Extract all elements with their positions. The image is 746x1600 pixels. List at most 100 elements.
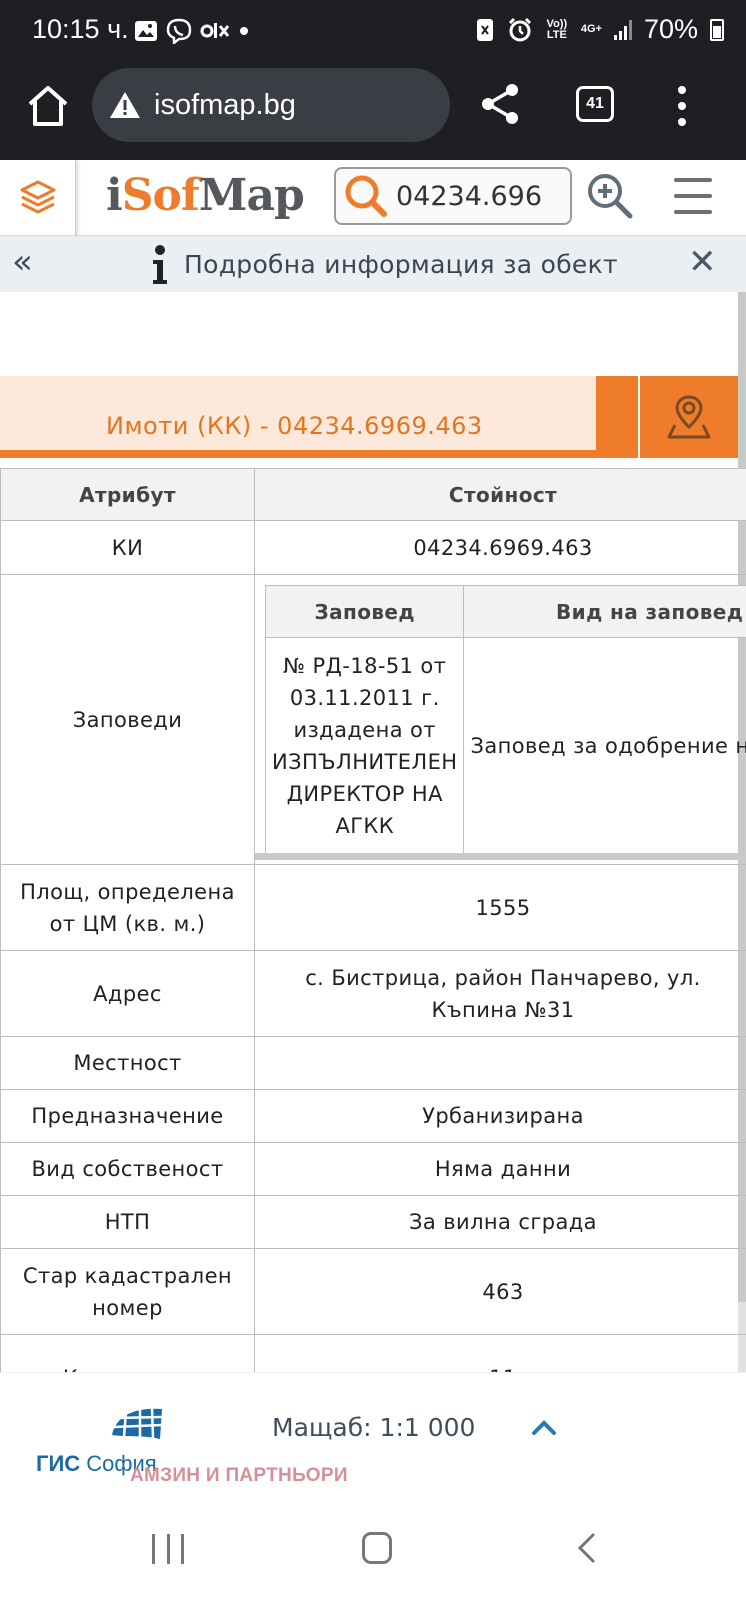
navigation-bar bbox=[0, 1496, 746, 1600]
orders-header-row: Заповед Вид на заповед bbox=[264, 585, 746, 638]
table-row: Площ, определена от ЦМ (кв. м.) 1555 bbox=[0, 864, 746, 951]
search-icon bbox=[345, 175, 387, 217]
logo-sof: Sof bbox=[121, 170, 200, 221]
browser-toolbar: isofmap.bg 41 bbox=[0, 66, 746, 160]
horizontal-scrollbar[interactable] bbox=[255, 853, 746, 860]
orders-cell[interactable]: Заповед Вид на заповед № РД-18-51 от 03.… bbox=[254, 574, 746, 865]
status-bar: 10:15 ч. Vo)) LTE 4G+ 70% bbox=[0, 0, 746, 66]
image-icon bbox=[135, 21, 157, 41]
row-value: с. Бистрица, район Панчарево, ул. Къпина… bbox=[254, 950, 746, 1037]
table-row: НТП За вилна сграда bbox=[0, 1195, 746, 1249]
orders-row: № РД-18-51 от 03.11.2011 г. издадена от … bbox=[264, 637, 746, 854]
viber-icon bbox=[166, 18, 192, 44]
dot-icon bbox=[240, 27, 248, 35]
url-text[interactable]: isofmap.bg bbox=[154, 89, 296, 122]
row-label: Вид собственост bbox=[0, 1142, 255, 1196]
row-label: КИ bbox=[0, 520, 255, 575]
nfc-icon bbox=[476, 18, 493, 41]
gis-globe-icon bbox=[112, 1407, 163, 1439]
row-value: 463 bbox=[254, 1248, 746, 1335]
map-scale: Мащаб: 1:1 000 bbox=[272, 1413, 476, 1442]
column-header-order-kind: Вид на заповед bbox=[463, 585, 746, 638]
signal-icon bbox=[613, 19, 632, 40]
row-value: Урбанизирана bbox=[254, 1089, 746, 1143]
chevron-up-icon[interactable] bbox=[526, 1409, 562, 1445]
row-value: 11 bbox=[254, 1334, 746, 1372]
locate-object-button[interactable] bbox=[640, 376, 738, 458]
info-panel-header: « Подробна информация за обект ✕ bbox=[0, 236, 746, 292]
table-row: Адрес с. Бистрица, район Панчарево, ул. … bbox=[0, 950, 746, 1037]
hamburger-menu-icon[interactable] bbox=[674, 178, 712, 214]
close-panel-button[interactable]: ✕ bbox=[688, 242, 717, 282]
recent-apps-button[interactable] bbox=[152, 1534, 184, 1564]
status-time: 10:15 ч. bbox=[32, 14, 129, 44]
collapse-panel-button[interactable]: « bbox=[12, 242, 33, 282]
search-button[interactable] bbox=[336, 169, 396, 223]
row-label: Заповеди bbox=[0, 574, 255, 865]
map-footer: ГИС София Мащаб: 1:1 000 АМЗИН И ПАРТНЬО… bbox=[0, 1372, 746, 1496]
table-row: Стар кадастрален номер 463 bbox=[0, 1248, 746, 1335]
orders-table: Заповед Вид на заповед № РД-18-51 от 03.… bbox=[264, 585, 746, 854]
info-panel-content[interactable]: Имоти (КК) - 04234.6969.463 Атрибут Стой… bbox=[0, 292, 746, 1372]
zoom-in-icon[interactable] bbox=[584, 170, 636, 222]
search-input[interactable]: 04234.696 bbox=[396, 181, 564, 212]
status-right: Vo)) LTE 4G+ 70% bbox=[475, 14, 724, 45]
row-value: 1555 bbox=[254, 864, 746, 951]
row-label: НТП bbox=[0, 1195, 255, 1249]
table-row: Предназначение Урбанизирана bbox=[0, 1089, 746, 1143]
home-icon[interactable] bbox=[26, 84, 70, 128]
object-action-button[interactable] bbox=[596, 376, 638, 458]
column-header-order: Заповед bbox=[264, 585, 465, 638]
object-header-underline bbox=[0, 450, 596, 458]
table-row: Заповеди Заповед Вид на заповед № РД-18-… bbox=[0, 574, 746, 865]
row-label: Квартал по bbox=[0, 1334, 255, 1372]
isofmap-logo[interactable]: iSofMap bbox=[106, 170, 305, 221]
table-row: Местност bbox=[0, 1036, 746, 1090]
row-value: За вилна сграда bbox=[254, 1195, 746, 1249]
home-button[interactable] bbox=[362, 1532, 392, 1564]
warning-icon[interactable] bbox=[108, 90, 142, 120]
olx-icon bbox=[200, 23, 230, 38]
row-value: Няма данни bbox=[254, 1142, 746, 1196]
info-panel-title: Подробна информация за обект bbox=[184, 250, 618, 279]
row-label: Предназначение bbox=[0, 1089, 255, 1143]
order-kind: Заповед за одобрение на КККР bbox=[463, 637, 746, 854]
more-options-icon[interactable] bbox=[672, 84, 692, 128]
row-label: Площ, определена от ЦМ (кв. м.) bbox=[0, 864, 255, 951]
row-value bbox=[254, 1036, 746, 1090]
object-header: Имоти (КК) - 04234.6969.463 bbox=[0, 376, 738, 458]
alarm-icon bbox=[508, 17, 531, 41]
row-label: Местност bbox=[0, 1036, 255, 1090]
row-label: Адрес bbox=[0, 950, 255, 1037]
info-icon bbox=[153, 245, 167, 284]
site-header: iSofMap 04234.696 bbox=[0, 160, 746, 236]
logo-map: Map bbox=[198, 170, 305, 221]
map-pin-icon bbox=[667, 395, 711, 439]
object-title[interactable]: Имоти (КК) - 04234.6969.463 bbox=[106, 412, 483, 440]
notification-icons bbox=[134, 18, 250, 44]
share-icon[interactable] bbox=[478, 82, 522, 126]
table-row: Вид собственост Няма данни bbox=[0, 1142, 746, 1196]
battery-icon bbox=[710, 18, 724, 41]
battery-percent: 70% bbox=[643, 14, 698, 44]
layers-button[interactable] bbox=[0, 160, 76, 236]
gis-text-bold: ГИС bbox=[36, 1451, 81, 1476]
attributes-table: Атрибут Стойност КИ 04234.6969.463 Запов… bbox=[0, 468, 746, 1372]
row-value: 04234.6969.463 bbox=[254, 520, 746, 575]
layers-icon bbox=[20, 180, 55, 214]
system-chrome: 10:15 ч. Vo)) LTE 4G+ 70% isofmap.bg 41 bbox=[0, 0, 746, 160]
column-header-value: Стойност bbox=[254, 468, 746, 521]
table-row: Квартал по 11 bbox=[0, 1334, 746, 1372]
table-header-row: Атрибут Стойност bbox=[0, 468, 746, 521]
column-header-attribute: Атрибут bbox=[0, 468, 255, 521]
watermark-text: АМЗИН И ПАРТНЬОРИ bbox=[130, 1465, 348, 1486]
row-label: Стар кадастрален номер bbox=[0, 1248, 255, 1335]
address-bar[interactable]: isofmap.bg bbox=[92, 68, 450, 142]
search-box[interactable]: 04234.696 bbox=[334, 167, 572, 225]
tabs-button[interactable]: 41 bbox=[576, 86, 614, 122]
logo-i: i bbox=[106, 170, 123, 221]
back-icon[interactable] bbox=[574, 1530, 600, 1566]
volte-indicator: Vo)) LTE bbox=[546, 17, 568, 41]
order-text: № РД-18-51 от 03.11.2011 г. издадена от … bbox=[264, 637, 465, 854]
table-row: КИ 04234.6969.463 bbox=[0, 520, 746, 575]
